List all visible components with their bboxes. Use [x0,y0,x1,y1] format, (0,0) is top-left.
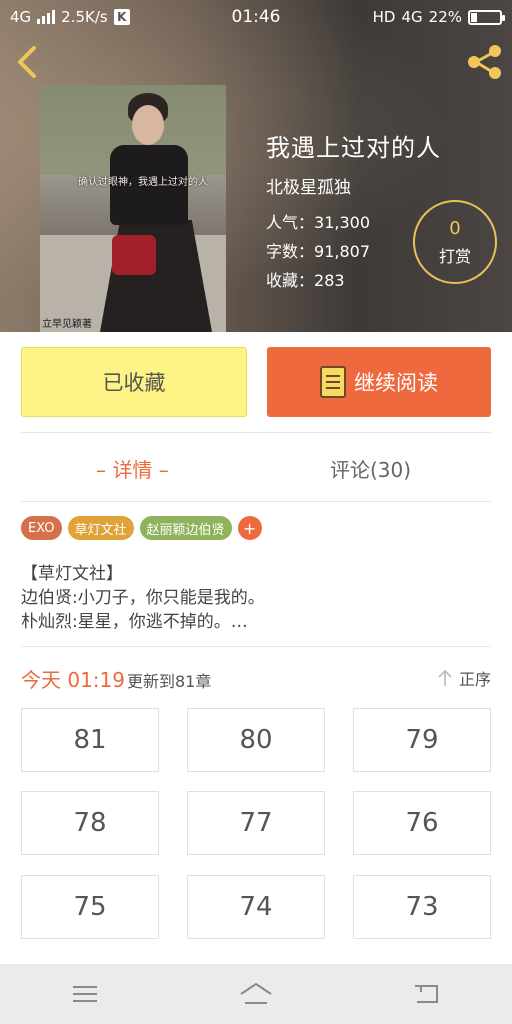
chapter-button[interactable]: 75 [21,875,159,939]
signal-icon [37,10,56,24]
description-line: 【草灯文社】 [21,564,123,584]
tag-caodeng[interactable]: 草灯文社 [67,516,134,540]
back-nav-button[interactable] [397,974,457,1014]
status-bar: 4G 2.5K/s K 01:46 HD 4G 22% [0,0,512,34]
divider [21,646,491,647]
chapter-button[interactable]: 77 [187,791,325,855]
network-type-right: 4G [401,8,423,26]
update-text: 更新到81章 [127,672,212,691]
chapter-button[interactable]: 74 [187,875,325,939]
favorites-value: 283 [314,271,345,290]
menu-button[interactable] [55,974,115,1014]
battery-fill [471,12,477,22]
word-count-value: 91,807 [314,242,370,261]
favorites-label: 收藏： [266,271,315,290]
book-header: 4G 2.5K/s K 01:46 HD 4G 22% 确认过眼神，我遇上过对的… [0,0,512,332]
favorites-stat: 收藏：283 [266,266,441,295]
chapter-button[interactable]: 79 [353,708,491,772]
cover-overlay-text: 确认过眼神，我遇上过对的人 [78,177,208,188]
home-icon [240,983,272,1004]
book-description[interactable]: 【草灯文社】 边伯贤:小刀子，你只能是我的。 朴灿烈:星星，你逃不掉的。… [21,562,491,634]
description-line: 朴灿烈:星星，你逃不掉的。… [21,612,248,632]
network-type: 4G [10,8,32,26]
cover-bag [112,235,156,275]
sort-order-label: 正序 [458,670,491,689]
chapter-button[interactable]: 81 [21,708,159,772]
tab-comments[interactable]: 评论(30) [330,450,411,486]
tag-list: EXO 草灯文社 赵丽颖边伯贤 + [21,516,262,540]
chapter-button[interactable]: 76 [353,791,491,855]
home-button[interactable] [226,974,286,1014]
battery-icon [468,9,505,25]
book-icon [320,366,346,398]
status-left: 4G 2.5K/s K [10,8,130,26]
reward-button[interactable]: 0 打赏 [413,200,497,284]
reward-count: 0 [449,217,461,239]
book-info: 我遇上过对的人 北极星孤独 人气：31,300 字数：91,807 收藏：283 [266,128,441,295]
app-badge-icon: K [113,9,130,25]
menu-icon [73,986,98,1002]
continue-reading-label: 继续阅读 [354,371,438,395]
back-arrow-icon [18,46,36,78]
sort-order-button[interactable]: 正序 [437,666,491,690]
share-button[interactable] [464,42,504,82]
chapter-button[interactable]: 78 [21,791,159,855]
popularity-label: 人气： [266,213,315,232]
book-author[interactable]: 北极星孤独 [266,173,441,198]
collected-button[interactable]: 已收藏 [21,347,247,417]
description-line: 边伯贤:小刀子，你只能是我的。 [21,588,265,608]
network-speed: 2.5K/s [61,8,108,26]
back-button[interactable] [10,42,46,82]
divider [21,501,491,502]
word-count-label: 字数： [266,242,315,261]
continue-reading-button[interactable]: 继续阅读 [267,347,491,417]
return-icon [414,985,438,1003]
reward-label: 打赏 [438,246,471,266]
update-time: 今天 01:19 [21,668,125,692]
add-tag-button[interactable]: + [237,516,262,540]
share-icon [468,45,501,79]
tab-details[interactable]: – 详情 – [96,450,169,486]
arrow-up-icon [438,669,452,686]
tag-zhaoliying-bianboxian[interactable]: 赵丽颖边伯贤 [139,516,232,540]
chapter-button[interactable]: 80 [187,708,325,772]
status-right: HD 4G 22% [372,8,505,26]
popularity-value: 31,300 [314,213,370,232]
cover-figure-head [132,105,164,145]
divider [21,432,491,433]
book-title: 我遇上过对的人 [266,134,441,162]
battery-percent: 22% [428,8,462,26]
tag-exo[interactable]: EXO [21,516,62,540]
system-nav-bar [0,964,512,1024]
cover-stamp: 立早见颖著 [42,319,92,330]
book-cover[interactable]: 确认过眼神，我遇上过对的人 立早见颖著 [40,85,226,332]
hd-indicator: HD [372,8,396,26]
chapter-button[interactable]: 73 [353,875,491,939]
